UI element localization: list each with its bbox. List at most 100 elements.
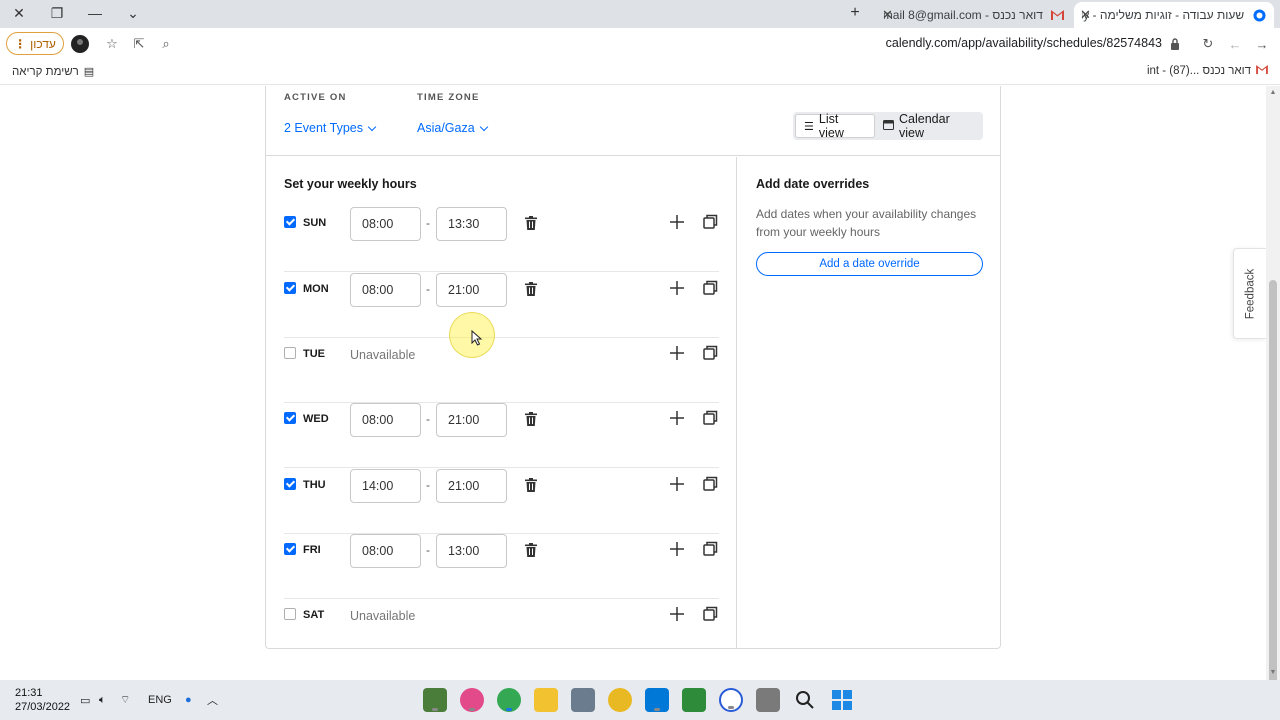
start-time-input[interactable]: 08:00: [350, 403, 421, 437]
app-icon-multi[interactable]: [460, 688, 484, 712]
scroll-down-icon[interactable]: ▼: [1269, 669, 1277, 677]
calculator-icon[interactable]: [571, 688, 595, 712]
reading-list-label: רשימת קריאה: [12, 65, 79, 78]
file-explorer-icon[interactable]: [534, 688, 558, 712]
plus-icon[interactable]: [669, 606, 685, 622]
trash-icon[interactable]: [525, 478, 537, 492]
timezone-dropdown[interactable]: Asia/Gaza: [417, 121, 488, 135]
end-time-input[interactable]: 21:00: [436, 273, 507, 307]
app-icon-green[interactable]: [682, 688, 706, 712]
copy-icon[interactable]: [703, 476, 718, 491]
day-checkbox[interactable]: [284, 608, 296, 620]
list-icon: ☰: [804, 120, 814, 133]
trash-icon[interactable]: [525, 282, 537, 296]
day-checkbox[interactable]: [284, 347, 296, 359]
end-time-input[interactable]: 21:00: [436, 403, 507, 437]
availability-card: ACTIVE ON 2 Event Types TIME ZONE Asia/G…: [265, 86, 1001, 649]
day-checkbox[interactable]: [284, 543, 296, 555]
plus-icon[interactable]: [669, 476, 685, 492]
close-tab-icon[interactable]: ✕: [1080, 7, 1091, 23]
gmail-icon: [1256, 65, 1268, 77]
list-view-button[interactable]: ☰ List view: [795, 112, 875, 140]
day-checkbox[interactable]: [284, 412, 296, 424]
battery-icon[interactable]: ▭: [80, 692, 90, 708]
copy-icon[interactable]: [703, 214, 718, 229]
active-on-value: 2 Event Types: [284, 121, 363, 135]
task-view-icon[interactable]: [756, 688, 780, 712]
tab-gmail[interactable]: דואר נכנס - Gmail 8@gmail.com ✕: [876, 2, 1072, 28]
add-date-override-button[interactable]: Add a date override: [756, 252, 983, 276]
view-toggle: ☰ List view Calendar view: [793, 112, 983, 140]
end-time-input[interactable]: 13:00: [436, 534, 507, 568]
copy-icon[interactable]: [703, 345, 718, 360]
trash-icon[interactable]: [525, 412, 537, 426]
chevron-up-icon[interactable]: ︿: [207, 692, 218, 708]
copy-icon[interactable]: [703, 541, 718, 556]
tab-search-chevron-icon[interactable]: ⌄: [114, 0, 152, 26]
back-icon[interactable]: →: [1251, 33, 1273, 55]
wifi-icon[interactable]: ⌔: [120, 692, 130, 708]
lock-icon: [1164, 33, 1186, 55]
language-indicator[interactable]: ENG: [148, 692, 172, 708]
day-checkbox[interactable]: [284, 282, 296, 294]
star-icon[interactable]: ☆: [101, 33, 123, 55]
trash-icon[interactable]: [525, 216, 537, 230]
feedback-tab[interactable]: Feedback: [1233, 248, 1266, 339]
new-tab-icon[interactable]: +: [838, 0, 872, 26]
zoom-icon[interactable]: ⌕: [155, 33, 177, 55]
start-time-input[interactable]: 14:00: [350, 469, 421, 503]
trash-icon[interactable]: [525, 543, 537, 557]
chevron-down-icon: [479, 122, 488, 131]
day-row-mon: MON 08:00-21:00: [284, 273, 719, 338]
start-time-input[interactable]: 08:00: [350, 207, 421, 241]
copy-icon[interactable]: [703, 410, 718, 425]
plus-icon[interactable]: [669, 345, 685, 361]
windows-taskbar: 21:31 27/03/2022 ▭ 🔈︎ ⌔ ENG ● ︿: [0, 680, 1280, 720]
page-scrollbar[interactable]: ▲ ▼: [1266, 86, 1280, 720]
address-bar[interactable]: calendly.com/app/availability/schedules/…: [886, 36, 1162, 50]
start-time-input[interactable]: 08:00: [350, 273, 421, 307]
system-clock[interactable]: 21:31 27/03/2022: [15, 686, 70, 714]
close-window-icon[interactable]: ✕: [0, 0, 38, 26]
reading-list-bookmark[interactable]: ▤ רשימת קריאה: [12, 65, 94, 79]
profile-avatar[interactable]: [69, 33, 91, 55]
chrome-icon[interactable]: [497, 688, 521, 712]
day-checkbox[interactable]: [284, 216, 296, 228]
app-icon-photo[interactable]: [423, 688, 447, 712]
active-on-label: ACTIVE ON: [284, 92, 347, 103]
windows-start-icon[interactable]: [830, 688, 854, 712]
microphone-icon[interactable]: ●: [185, 692, 192, 708]
reload-icon[interactable]: ↻: [1197, 33, 1219, 55]
active-on-dropdown[interactable]: 2 Event Types: [284, 121, 377, 135]
plus-icon[interactable]: [669, 541, 685, 557]
gmail-bookmark[interactable]: דואר נכנס ...int - (87): [1147, 65, 1268, 77]
copy-icon[interactable]: [703, 606, 718, 621]
tab-calendly[interactable]: שעות עבודה - זוגיות משלימה - ly ✕: [1074, 2, 1274, 28]
forward-icon[interactable]: ←: [1224, 33, 1246, 55]
plus-icon[interactable]: [669, 280, 685, 296]
start-time-input[interactable]: 08:00: [350, 534, 421, 568]
app-icon-yellow[interactable]: [608, 688, 632, 712]
day-checkbox[interactable]: [284, 478, 296, 490]
share-icon[interactable]: ⇱: [128, 33, 150, 55]
timezone-label: TIME ZONE: [417, 92, 480, 103]
update-button[interactable]: ⋮ עדכון: [6, 32, 64, 55]
copy-icon[interactable]: [703, 280, 718, 295]
plus-icon[interactable]: [669, 410, 685, 426]
volume-icon[interactable]: 🔈︎: [99, 692, 106, 708]
restore-window-icon[interactable]: ❐: [38, 0, 76, 26]
minimize-window-icon[interactable]: —: [76, 0, 114, 26]
scroll-up-icon[interactable]: ▲: [1269, 89, 1277, 97]
scrollbar-thumb[interactable]: [1269, 280, 1277, 720]
calendar-icon: [883, 119, 894, 133]
end-time-input[interactable]: 21:00: [436, 469, 507, 503]
app-icon-record[interactable]: [719, 688, 743, 712]
vscode-icon[interactable]: [645, 688, 669, 712]
unavailable-text: Unavailable: [350, 609, 416, 623]
calendar-view-button[interactable]: Calendar view: [875, 112, 981, 140]
day-label: THU: [303, 479, 326, 491]
end-time-input[interactable]: 13:30: [436, 207, 507, 241]
search-icon[interactable]: [793, 688, 817, 712]
plus-icon[interactable]: [669, 214, 685, 230]
close-tab-icon[interactable]: ✕: [882, 7, 893, 23]
